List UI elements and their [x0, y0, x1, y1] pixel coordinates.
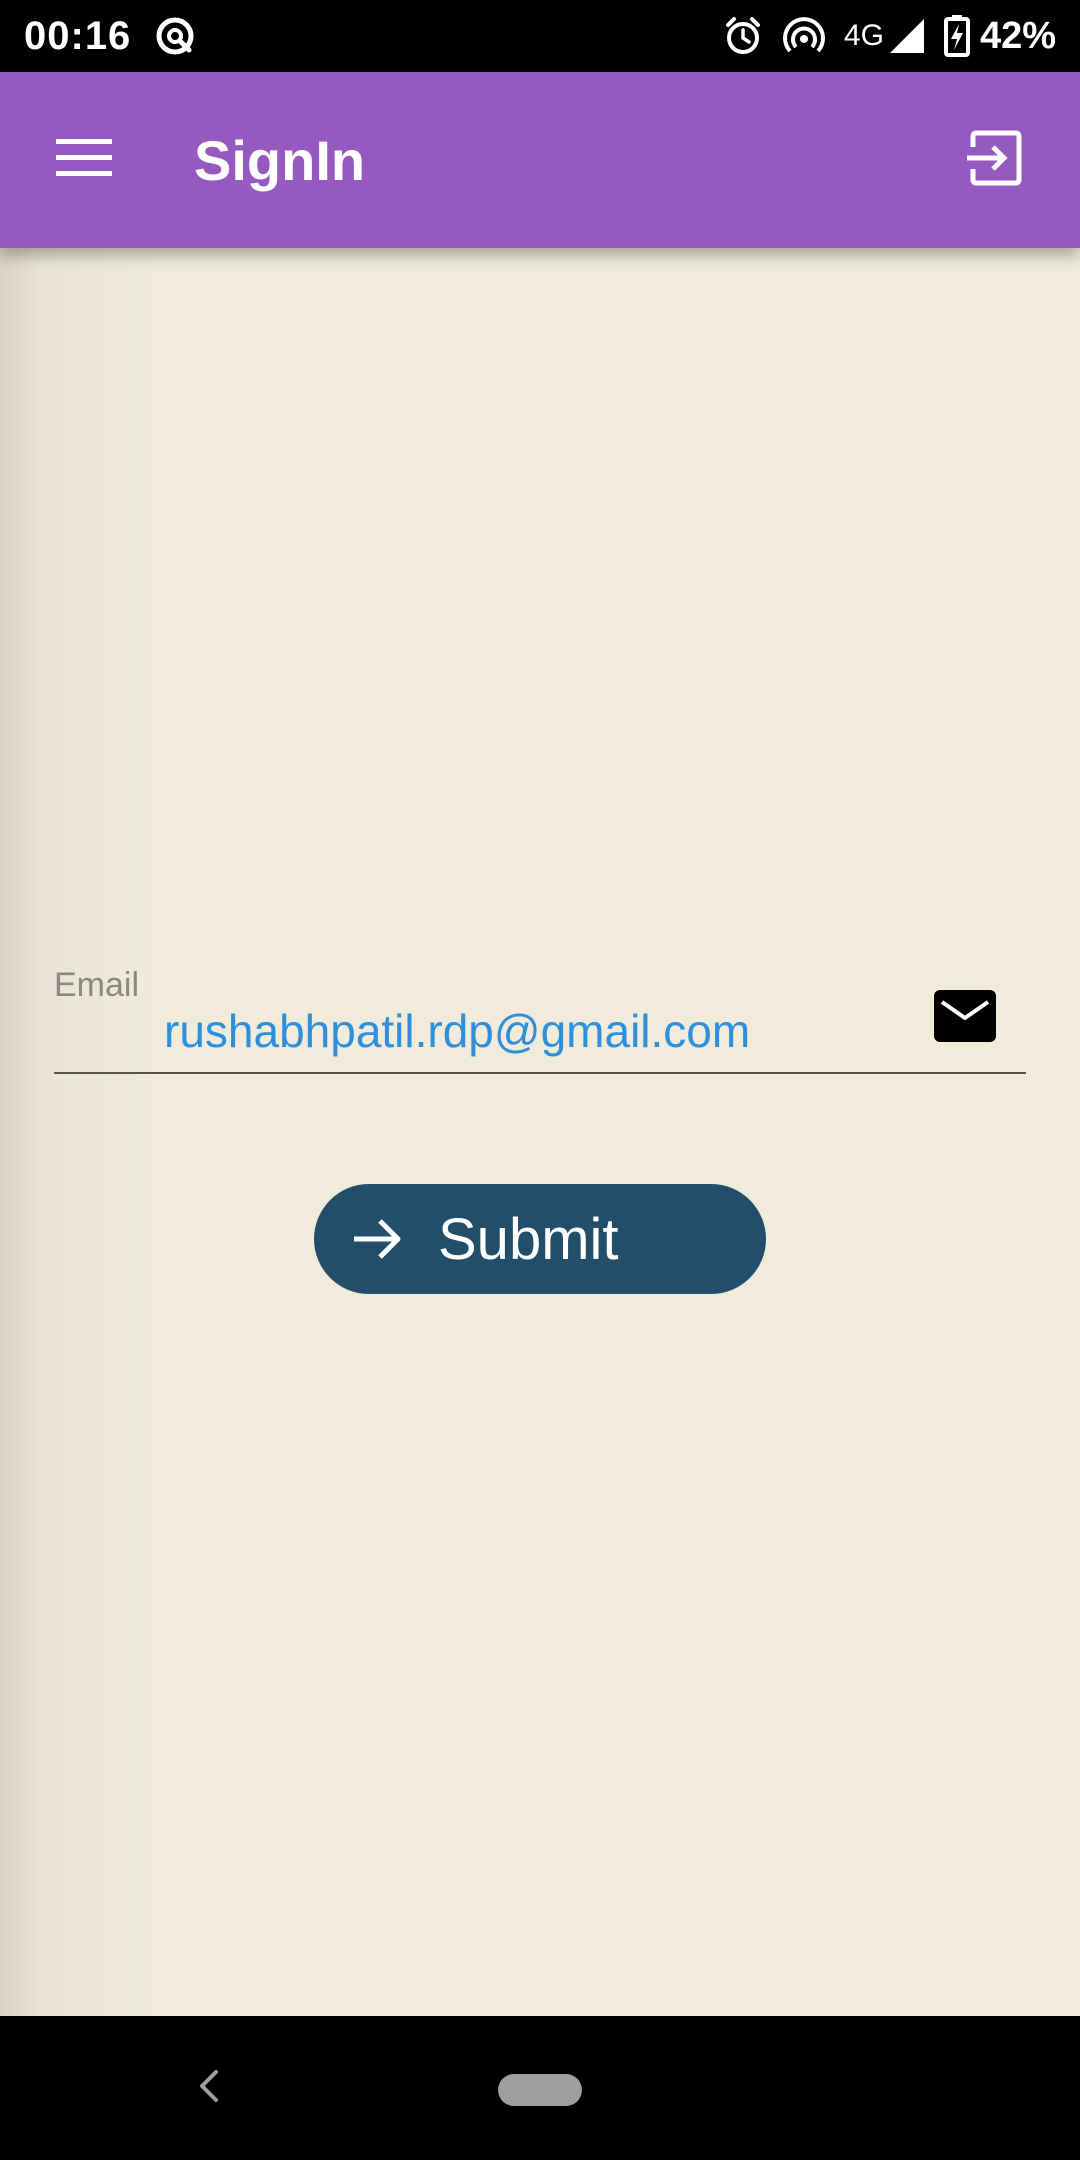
page-title: SignIn [194, 128, 366, 192]
network-type: 4G [843, 19, 884, 52]
submit-button[interactable]: Submit [314, 1184, 766, 1294]
mail-icon [934, 990, 996, 1042]
submit-label: Submit [438, 1206, 619, 1272]
email-label: Email [54, 966, 140, 1004]
exit-to-app-icon [967, 129, 1025, 192]
hotspot-icon [782, 15, 826, 57]
app-bar: SignIn [0, 72, 1080, 248]
screen: 00:16 4G 42% SignIn Email rushabhpatil.r… [0, 0, 1080, 2160]
home-pill-icon[interactable] [498, 2074, 582, 2106]
alarm-icon [722, 15, 764, 57]
status-left: 00:16 [24, 14, 197, 59]
email-field[interactable]: Email rushabhpatil.rdp@gmail.com [54, 966, 1026, 1076]
status-right: 4G 42% [704, 15, 1056, 58]
status-time: 00:16 [24, 13, 132, 58]
battery-charging-icon [943, 15, 970, 57]
hamburger-menu-icon [56, 137, 112, 184]
status-bar: 00:16 4G 42% [0, 0, 1080, 72]
navigation-bar [0, 2016, 1080, 2160]
email-underline [54, 1072, 1026, 1074]
arrow-right-icon [348, 1209, 408, 1269]
back-chevron-icon [196, 2068, 220, 2109]
menu-button[interactable] [42, 118, 126, 202]
data-saver-icon [153, 14, 197, 58]
battery-percent: 42% [979, 14, 1056, 57]
signal-icon [888, 17, 926, 55]
back-button[interactable] [186, 2060, 230, 2116]
exit-button[interactable] [954, 118, 1038, 202]
content-area: Email rushabhpatil.rdp@gmail.com Submit [0, 248, 1080, 2016]
email-input[interactable]: rushabhpatil.rdp@gmail.com [164, 1004, 750, 1058]
